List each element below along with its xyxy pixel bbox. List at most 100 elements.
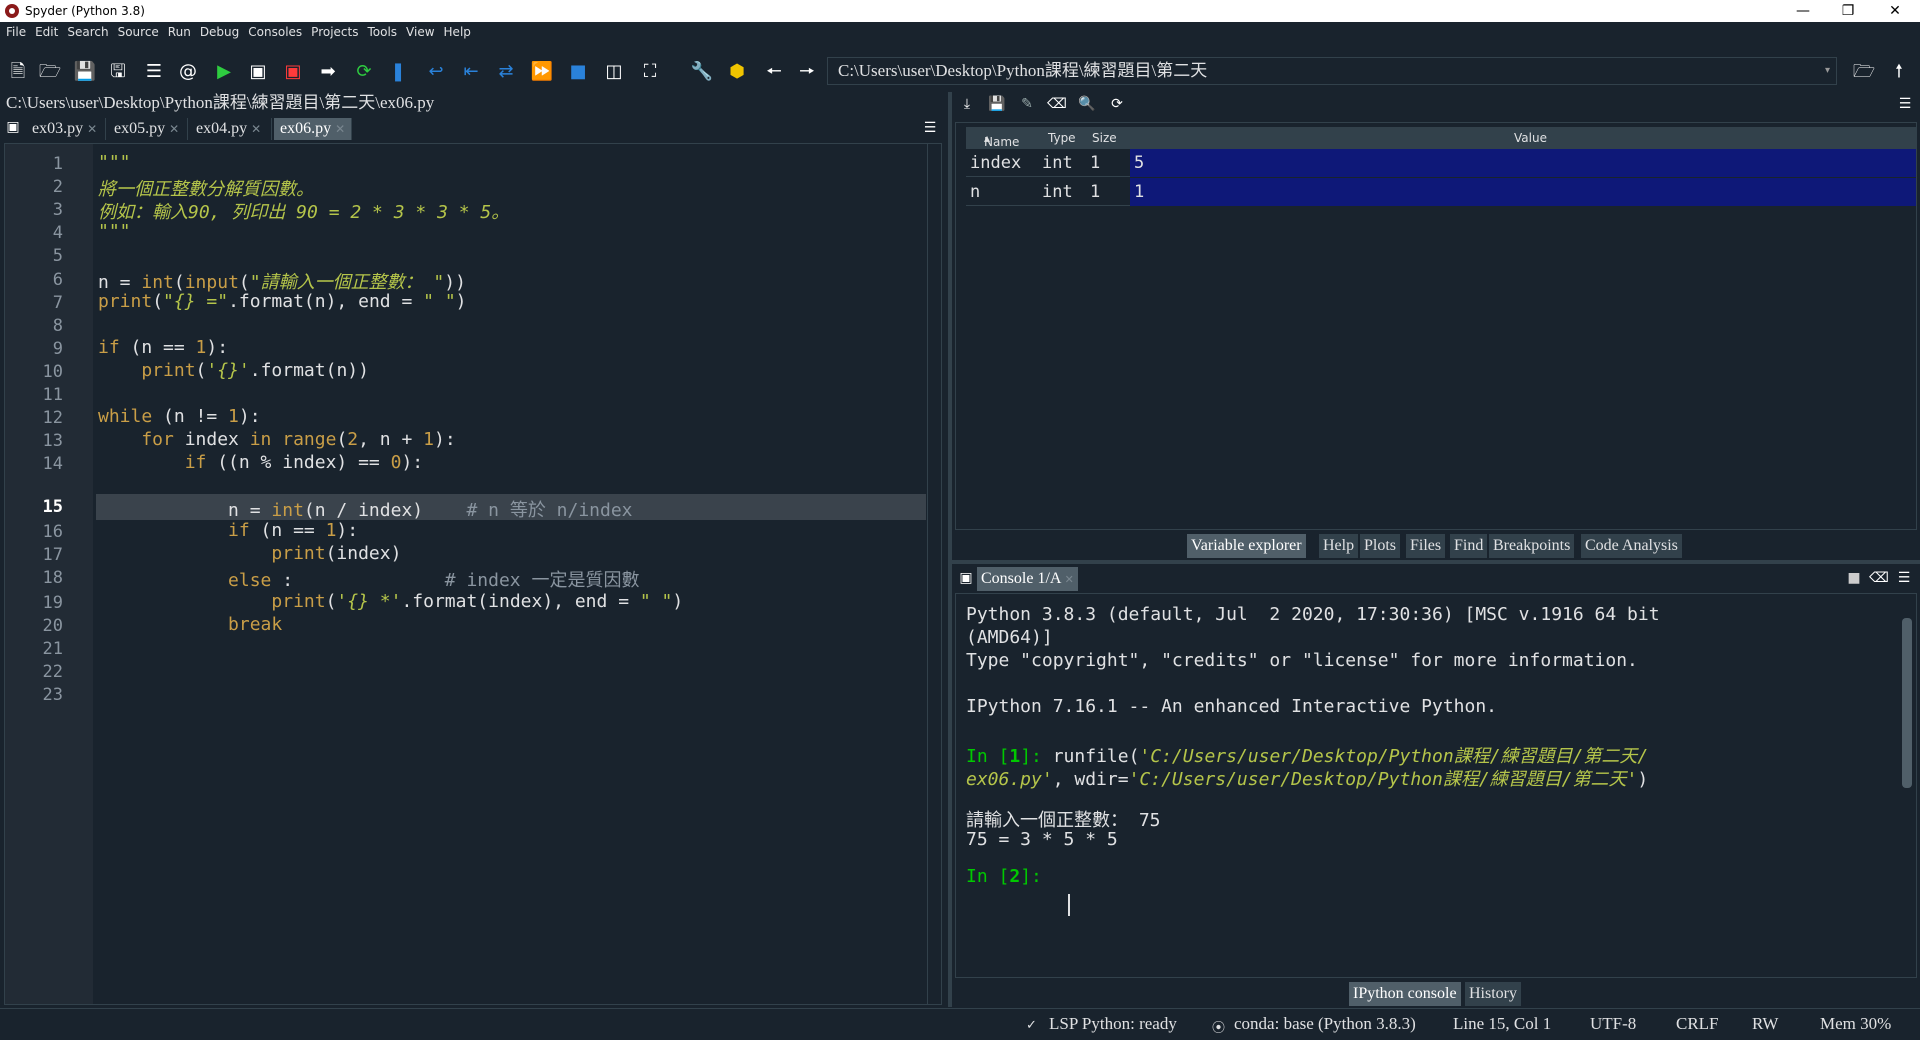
ipython-console[interactable]: Python 3.8.3 (default, Jul 2 2020, 17:30… [955, 593, 1917, 978]
new-file-icon[interactable]: 🗎 [6, 60, 30, 84]
save-data-as-icon[interactable]: ✎ [1017, 94, 1037, 114]
menu-file[interactable]: File [6, 25, 26, 39]
vertical-splitter[interactable] [948, 92, 952, 1007]
variable-row[interactable]: index int 1 5 [966, 149, 1916, 177]
rerun-icon[interactable]: ⟳ [352, 60, 376, 84]
clear-console-icon[interactable]: ⌫ [1869, 569, 1889, 587]
continue-icon[interactable]: ⏩ [530, 60, 554, 84]
menu-view[interactable]: View [406, 25, 434, 39]
run-selection-icon[interactable]: ➡ [316, 60, 340, 84]
conda-status[interactable]: conda: base (Python 3.8.3) [1234, 1014, 1416, 1034]
browse-tabs-icon[interactable]: ▣ [4, 118, 22, 136]
python-path-icon[interactable]: ⬢ [725, 60, 749, 84]
menu-edit[interactable]: Edit [35, 25, 58, 39]
console-line: 75 = 3 * 5 * 5 [966, 829, 1118, 850]
forward-arrow-icon[interactable]: 🠖 [795, 60, 819, 84]
run-cell-advance-icon[interactable]: ▣ [281, 60, 305, 84]
step-icon[interactable]: ↩ [424, 60, 448, 84]
save-data-icon[interactable]: 💾 [987, 94, 1007, 114]
step-return-icon[interactable]: ⇄ [494, 60, 518, 84]
variable-explorer-options-icon[interactable]: ☰ [1895, 94, 1915, 114]
menu-search[interactable]: Search [67, 25, 108, 39]
menu-source[interactable]: Source [118, 25, 159, 39]
column-name[interactable]: Name ▴ [984, 131, 1019, 149]
working-directory-input[interactable]: C:\Users\user\Desktop\Python課程\練習題目\第二天 … [827, 57, 1837, 85]
minimize-icon[interactable]: — [1780, 0, 1826, 22]
wrench-icon[interactable]: 🔧 [690, 60, 714, 84]
variable-row[interactable]: n int 1 1 [966, 178, 1916, 206]
variable-size: 1 [1090, 153, 1101, 173]
close-tab-icon[interactable]: ✕ [251, 122, 261, 136]
column-size[interactable]: Size [1092, 131, 1117, 145]
console-options-icon[interactable]: ☰ [1895, 569, 1913, 587]
editor-scrollbar[interactable] [927, 144, 941, 1004]
tab-find[interactable]: Find [1450, 534, 1488, 558]
tab-plots[interactable]: Plots [1360, 534, 1401, 558]
line-number: 19 [42, 593, 63, 613]
horizontal-splitter[interactable] [952, 560, 1920, 564]
refresh-icon[interactable]: ⟳ [1107, 94, 1127, 114]
back-arrow-icon[interactable]: 🠔 [762, 60, 786, 84]
close-icon[interactable]: ✕ [1872, 0, 1918, 22]
variable-explorer: Name ▴ Type Size Value index int 1 5 n i… [955, 122, 1917, 530]
tab-history[interactable]: History [1465, 982, 1521, 1006]
search-icon[interactable]: 🔍 [1077, 94, 1097, 114]
at-icon[interactable]: @ [176, 60, 200, 84]
title-bar: Spyder (Python 3.8) — ❐ ✕ [0, 0, 1920, 22]
fullscreen-icon[interactable]: ⛶ [638, 60, 662, 84]
chevron-down-icon[interactable]: ▾ [1825, 58, 1830, 84]
import-data-icon[interactable]: ⤓ [957, 94, 977, 114]
console-line: ex06.py', wdir='C:/Users/user/Desktop/Py… [966, 769, 1649, 790]
tab-ex03[interactable]: ex03.py ✕ [26, 118, 106, 140]
editor-options-menu-icon[interactable]: ☰ [920, 118, 940, 138]
menu-projects[interactable]: Projects [311, 25, 358, 39]
tab-ex06[interactable]: ex06.py ✕ [274, 118, 352, 140]
tab-ipython-console[interactable]: IPython console [1349, 982, 1461, 1006]
close-tab-icon[interactable]: ✕ [335, 122, 345, 136]
variable-name: index [970, 153, 1022, 173]
code-editor[interactable]: 1 2 3 4 5 6 7 8 9 10 11 12 13 14 15 16 1… [4, 143, 942, 1005]
tab-breakpoints[interactable]: Breakpoints [1489, 534, 1575, 558]
tab-ex05[interactable]: ex05.py ✕ [108, 118, 188, 140]
run-cell-icon[interactable]: ▣ [246, 60, 270, 84]
close-tab-icon[interactable]: ✕ [87, 122, 97, 136]
save-icon[interactable]: 💾 [73, 60, 97, 84]
run-icon[interactable]: ▶ [212, 60, 236, 84]
scrollbar-thumb[interactable] [1902, 618, 1912, 788]
stop-debug-icon[interactable]: ■ [566, 60, 590, 84]
browse-console-tabs-icon[interactable]: ▣ [957, 569, 975, 587]
tab-variable-explorer[interactable]: Variable explorer [1187, 534, 1306, 558]
eraser-icon[interactable]: ⌫ [1047, 94, 1067, 114]
save-all-icon[interactable]: 🖫 [106, 60, 130, 84]
tab-files[interactable]: Files [1406, 534, 1446, 558]
tab-ex04[interactable]: ex04.py ✕ [190, 118, 272, 140]
stop-kernel-icon[interactable]: ■ [1845, 569, 1863, 587]
parent-directory-icon[interactable]: 🠕 [1887, 60, 1911, 84]
upper-pane-tabs: Variable explorer Help Plots Files Find … [955, 532, 1920, 558]
code-line: """ [98, 152, 131, 173]
close-tab-icon[interactable]: ✕ [169, 122, 179, 136]
console-scrollbar[interactable] [1902, 608, 1912, 958]
menu-consoles[interactable]: Consoles [248, 25, 302, 39]
column-type[interactable]: Type [1048, 131, 1076, 145]
line-number: 2 [52, 177, 63, 197]
menu-debug[interactable]: Debug [200, 25, 239, 39]
browse-folder-icon[interactable]: 🗁 [1852, 60, 1876, 84]
restore-icon[interactable]: ❐ [1825, 0, 1871, 22]
tab-code-analysis[interactable]: Code Analysis [1581, 534, 1682, 558]
lsp-status[interactable]: LSP Python: ready [1049, 1014, 1177, 1034]
menu-tools[interactable]: Tools [367, 25, 397, 39]
tab-help[interactable]: Help [1319, 534, 1359, 558]
open-file-icon[interactable]: 🗁 [38, 60, 62, 84]
menu-run[interactable]: Run [168, 25, 191, 39]
maximize-pane-icon[interactable]: ◫ [602, 60, 626, 84]
line-number: 14 [42, 454, 63, 474]
list-icon[interactable]: ☰ [142, 60, 166, 84]
close-tab-icon[interactable]: ✕ [1065, 574, 1074, 586]
debug-icon[interactable]: ❚ [386, 60, 410, 84]
column-value[interactable]: Value [1514, 131, 1547, 145]
file-permissions: RW [1752, 1014, 1779, 1033]
step-into-icon[interactable]: ⇤ [459, 60, 483, 84]
tab-console-1[interactable]: Console 1/A ✕ [977, 567, 1078, 591]
menu-help[interactable]: Help [444, 25, 471, 39]
